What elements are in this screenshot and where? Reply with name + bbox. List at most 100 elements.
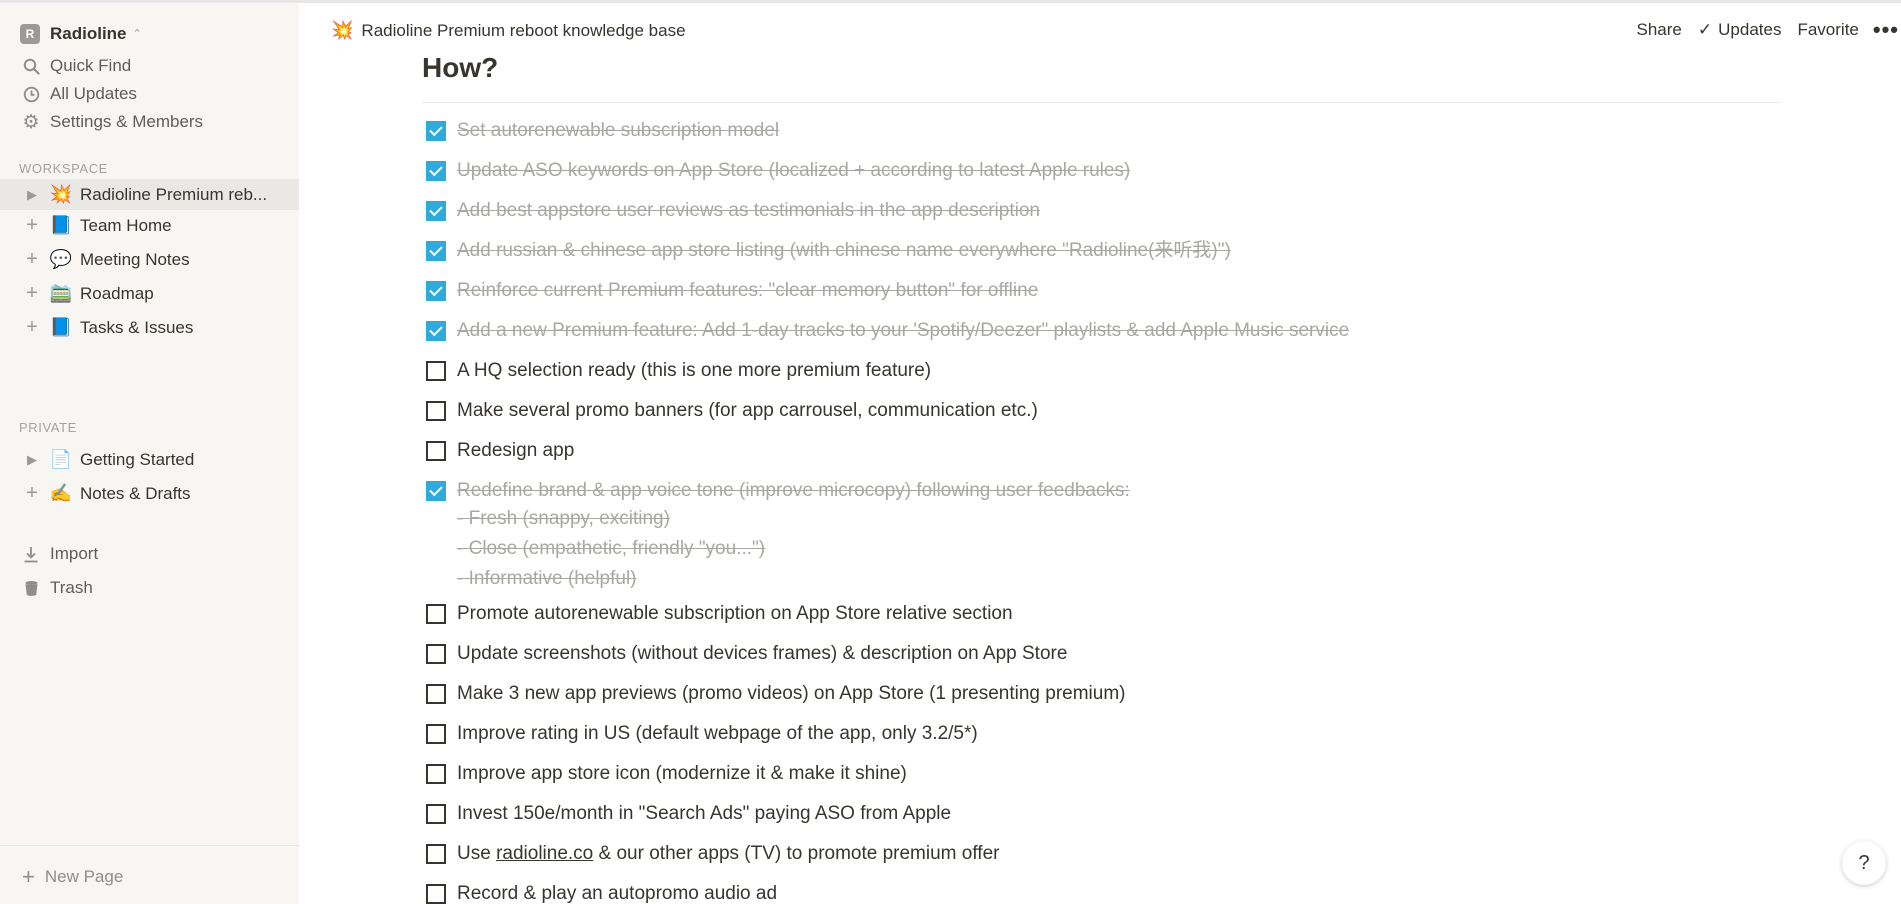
quick-find-button[interactable]: Quick Find <box>22 51 131 81</box>
todo-checkbox[interactable] <box>426 764 446 784</box>
sidebar-page-label: Tasks & Issues <box>80 317 194 337</box>
todo-text[interactable]: Improve rating in US (default webpage of… <box>457 723 978 745</box>
todo-checkbox[interactable] <box>426 161 446 181</box>
collision-emoji-icon: 💥 <box>331 20 354 40</box>
updates-button[interactable]: ✓ Updates <box>1698 20 1782 40</box>
todo-text[interactable]: Add best appstore user reviews as testim… <box>457 200 1040 222</box>
add-subpage-icon[interactable]: + <box>22 214 42 237</box>
new-page-label: New Page <box>44 867 124 886</box>
todo-checkbox[interactable] <box>426 441 446 461</box>
todo-text[interactable]: Invest 150e/month in "Search Ads" paying… <box>457 803 951 825</box>
todo-checkbox[interactable] <box>426 281 446 301</box>
document-icon: 📄 <box>49 449 73 469</box>
sidebar-page-getting-started[interactable]: ▶ 📄 Getting Started <box>0 444 299 475</box>
book-emoji-icon: 📘 <box>49 317 73 337</box>
import-label: Import <box>50 544 99 563</box>
todo-checkbox[interactable] <box>426 884 446 904</box>
radioline-link[interactable]: radioline.co <box>496 843 593 864</box>
todo-checkbox[interactable] <box>426 804 446 824</box>
todo-item: Invest 150e/month in "Search Ads" paying… <box>422 794 1782 834</box>
todo-list: Set autorenewable subscription model Upd… <box>422 111 1782 904</box>
sidebar-page-tasks-issues[interactable]: + 📘 Tasks & Issues <box>0 312 299 343</box>
sidebar-page-roadmap[interactable]: + 🚞 Roadmap <box>0 278 299 309</box>
private-section-label: PRIVATE <box>19 420 77 435</box>
trash-label: Trash <box>50 578 93 597</box>
todo-item: Add russian & chinese app store listing … <box>422 231 1782 271</box>
share-button[interactable]: Share <box>1637 20 1682 40</box>
todo-checkbox[interactable] <box>426 121 446 141</box>
search-icon <box>22 57 40 75</box>
todo-text[interactable]: Add a new Premium feature: Add 1-day tra… <box>457 320 1349 342</box>
trash-button[interactable]: Trash <box>22 573 93 603</box>
todo-checkbox[interactable] <box>426 241 446 261</box>
todo-item: Make several promo banners (for app carr… <box>422 391 1782 431</box>
todo-item: Improve app store icon (modernize it & m… <box>422 754 1782 794</box>
sidebar-page-meeting-notes[interactable]: + 💬 Meeting Notes <box>0 244 299 275</box>
todo-checkbox[interactable] <box>426 604 446 624</box>
todo-checkbox[interactable] <box>426 401 446 421</box>
updates-label: Updates <box>1718 20 1782 39</box>
todo-checkbox[interactable] <box>426 361 446 381</box>
book-emoji-icon: 📘 <box>49 215 73 235</box>
todo-text-pre: Use <box>457 843 497 864</box>
todo-text-block[interactable]: Redefine brand & app voice tone (improve… <box>457 480 1130 594</box>
collision-emoji-icon: 💥 <box>49 184 73 204</box>
todo-text[interactable]: Reinforce current Premium features: "cle… <box>457 280 1038 302</box>
sidebar-page-label: Meeting Notes <box>80 249 190 269</box>
add-subpage-icon[interactable]: + <box>22 316 42 339</box>
add-subpage-icon[interactable]: + <box>22 482 42 505</box>
todo-checkbox[interactable] <box>426 481 446 501</box>
todo-subline: - Informative (helpful) <box>457 568 637 589</box>
todo-text[interactable]: Make several promo banners (for app carr… <box>457 400 1038 422</box>
todo-text[interactable]: Add russian & chinese app store listing … <box>457 240 1231 262</box>
todo-checkbox[interactable] <box>426 684 446 704</box>
import-button[interactable]: Import <box>22 539 98 569</box>
settings-members-label: Settings & Members <box>50 112 204 131</box>
todo-checkbox[interactable] <box>426 644 446 664</box>
todo-checkbox[interactable] <box>426 844 446 864</box>
checkmark-icon: ✓ <box>1697 20 1713 39</box>
todo-checkbox[interactable] <box>426 201 446 221</box>
expand-triangle-icon[interactable]: ▶ <box>22 452 42 468</box>
speech-bubble-emoji-icon: 💬 <box>49 249 73 269</box>
section-heading: How? <box>422 52 499 83</box>
todo-checkbox[interactable] <box>426 321 446 341</box>
help-button[interactable]: ? <box>1842 841 1886 885</box>
todo-text[interactable]: Make 3 new app previews (promo videos) o… <box>457 683 1126 705</box>
favorite-button[interactable]: Favorite <box>1797 20 1858 40</box>
todo-subline: - Close (empathetic, friendly "you...") <box>457 538 766 559</box>
more-options-icon[interactable]: ••• <box>1873 19 1899 41</box>
all-updates-button[interactable]: All Updates <box>22 79 137 109</box>
sidebar-page-team-home[interactable]: + 📘 Team Home <box>0 210 299 241</box>
breadcrumb[interactable]: 💥 Radioline Premium reboot knowledge bas… <box>331 20 686 41</box>
sidebar-page-radioline-premium[interactable]: ▶ 💥 Radioline Premium reb... <box>0 179 299 210</box>
heading-divider <box>422 102 1780 103</box>
todo-subline: - Fresh (snappy, exciting) <box>457 508 670 529</box>
todo-item: Reinforce current Premium features: "cle… <box>422 271 1782 311</box>
todo-item: Set autorenewable subscription model <box>422 111 1782 151</box>
todo-text-block[interactable]: Use radioline.co & our other apps (TV) t… <box>457 843 999 865</box>
add-subpage-icon[interactable]: + <box>22 282 42 305</box>
workspace-switcher[interactable]: R Radioline ⌃ <box>20 21 142 47</box>
new-page-button[interactable]: + New Page <box>22 862 123 892</box>
todo-text[interactable]: Update ASO keywords on App Store (locali… <box>457 160 1130 182</box>
todo-text[interactable]: Improve app store icon (modernize it & m… <box>457 763 907 785</box>
settings-members-button[interactable]: ⚙ Settings & Members <box>22 107 203 137</box>
todo-text[interactable]: Redesign app <box>457 440 574 462</box>
todo-checkbox[interactable] <box>426 724 446 744</box>
sidebar-page-label: Team Home <box>80 215 172 235</box>
todo-text[interactable]: Promote autorenewable subscription on Ap… <box>457 603 1013 625</box>
quick-find-label: Quick Find <box>50 56 132 75</box>
expand-triangle-icon[interactable]: ▶ <box>22 187 42 203</box>
add-subpage-icon[interactable]: + <box>22 248 42 271</box>
workspace-section-label: WORKSPACE <box>19 161 108 176</box>
todo-text: Redefine brand & app voice tone (improve… <box>457 480 1130 501</box>
todo-text[interactable]: Record & play an autopromo audio ad <box>457 883 777 904</box>
sidebar-page-notes-drafts[interactable]: + ✍️ Notes & Drafts <box>0 478 299 509</box>
todo-text[interactable]: A HQ selection ready (this is one more p… <box>457 360 931 382</box>
todo-text-post: & our other apps (TV) to promote premium… <box>593 843 1000 864</box>
todo-text[interactable]: Update screenshots (without devices fram… <box>457 643 1067 665</box>
todo-text[interactable]: Set autorenewable subscription model <box>457 120 779 142</box>
sidebar-page-label: Roadmap <box>80 283 154 303</box>
todo-item: Add a new Premium feature: Add 1-day tra… <box>422 311 1782 351</box>
